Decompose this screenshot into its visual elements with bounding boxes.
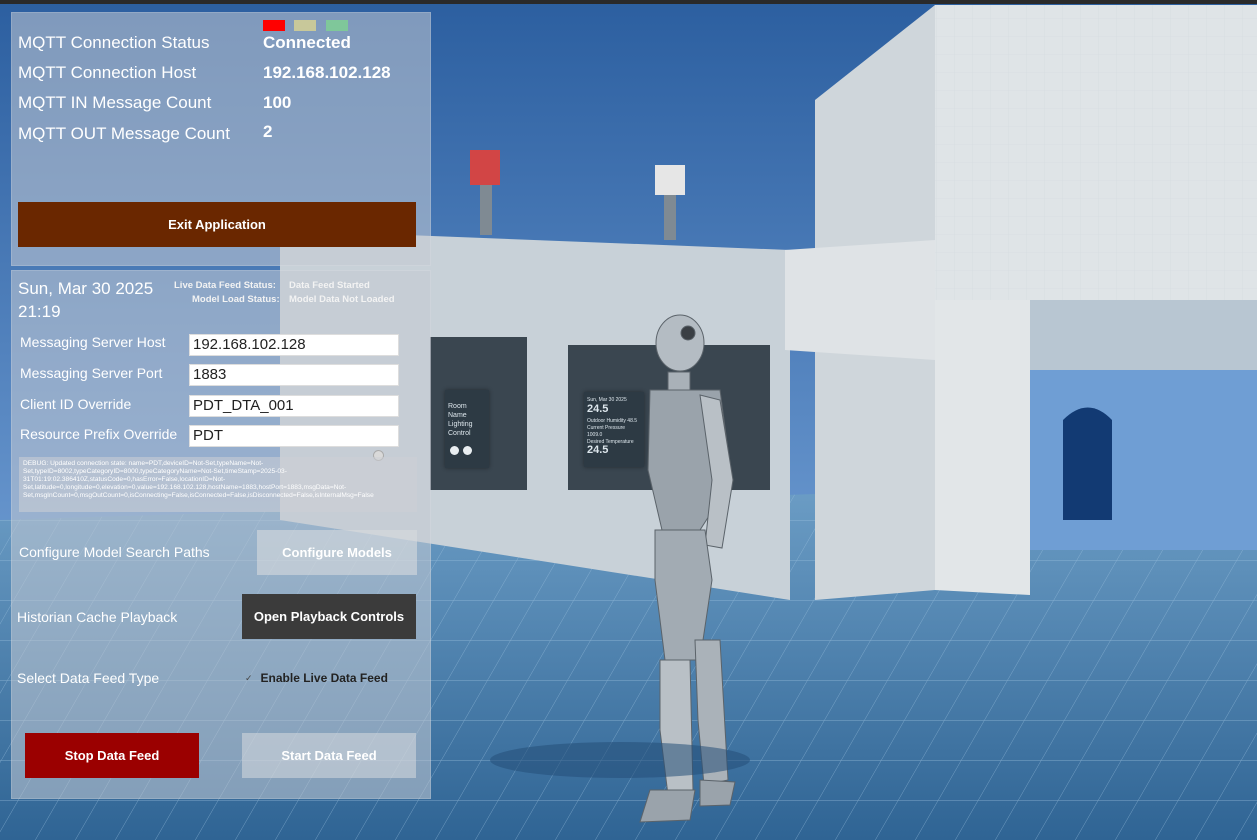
mqtt-in-count-value: 100 <box>263 93 292 112</box>
mqtt-out-count-value: 2 <box>263 122 273 141</box>
data-feed-type-label: Select Data Feed Type <box>17 670 160 686</box>
mqtt-status-panel: MQTT Connection Status Connected MQTT Co… <box>11 12 431 266</box>
enable-live-feed-toggle[interactable]: ✓ Enable Live Data Feed <box>245 671 388 685</box>
mqtt-in-count-label: MQTT IN Message Count <box>18 93 212 112</box>
server-host-label: Messaging Server Host <box>20 334 166 350</box>
mqtt-out-count-label: MQTT OUT Message Count <box>18 124 230 143</box>
knob-icon <box>463 446 472 455</box>
stop-data-feed-button[interactable]: Stop Data Feed <box>25 733 199 778</box>
resource-prefix-label: Resource Prefix Override <box>20 426 178 442</box>
scene-sub-value: 24.5 <box>587 444 609 456</box>
mqtt-connection-host-label: MQTT Connection Host <box>18 63 197 82</box>
time-display: 21:19 <box>18 302 61 321</box>
client-id-label: Client ID Override <box>20 396 132 412</box>
checkmark-icon: ✓ <box>245 672 253 683</box>
configure-models-button[interactable]: Configure Models <box>257 530 417 575</box>
scene-lighting-panel: Room Name Lighting Control <box>445 390 489 468</box>
scene-environment-panel: Sun, Mar 30 2025 24.5 Outdoor Humidity 4… <box>584 392 644 467</box>
model-load-status-value: Model Data Not Loaded <box>289 294 395 305</box>
live-feed-status-label: Live Data Feed Status: <box>174 280 276 291</box>
mqtt-connection-status-label: MQTT Connection Status <box>18 33 210 52</box>
scene-panel-temp: 24.5 <box>587 403 609 415</box>
mqtt-connection-host-value: 192.168.102.128 <box>263 63 391 82</box>
model-load-status-label: Model Load Status: <box>192 294 280 305</box>
status-light-red <box>263 20 285 31</box>
knob-icon <box>450 446 459 455</box>
server-port-label: Messaging Server Port <box>20 365 163 381</box>
live-feed-status-value: Data Feed Started <box>289 280 370 291</box>
scene-panel-subtitle: Lighting Control <box>448 421 473 437</box>
client-id-input[interactable]: PDT_DTA_001 <box>189 395 399 417</box>
server-port-input[interactable]: 1883 <box>189 364 399 386</box>
mqtt-connection-status-value: Connected <box>263 33 351 52</box>
scene-row2-label: Current Pressure <box>587 425 626 431</box>
status-light-green <box>325 20 348 31</box>
server-host-input[interactable]: 192.168.102.128 <box>189 334 399 356</box>
open-playback-controls-button[interactable]: Open Playback Controls <box>242 594 416 639</box>
exit-application-button[interactable]: Exit Application <box>18 202 416 247</box>
historian-playback-label: Historian Cache Playback <box>17 609 178 625</box>
scene-row1-value: 48.5 <box>627 418 638 424</box>
date-display: Sun, Mar 30 2025 <box>18 279 154 298</box>
enable-live-feed-label: Enable Live Data Feed <box>260 671 388 685</box>
configure-model-label: Configure Model Search Paths <box>19 544 210 560</box>
scene-row2-value: 1009.0 <box>587 432 603 438</box>
scene-panel-title: Room Name <box>448 403 467 419</box>
debug-log-text: DEBUG: Updated connection state: name=PD… <box>19 457 417 512</box>
scene-row1-label: Outdoor Humidity <box>587 418 626 424</box>
status-light-yellow <box>294 20 317 31</box>
settings-panel: Sun, Mar 30 2025 21:19 Live Data Feed St… <box>11 270 431 799</box>
resource-prefix-input[interactable]: PDT <box>189 425 399 447</box>
start-data-feed-button[interactable]: Start Data Feed <box>242 733 416 778</box>
